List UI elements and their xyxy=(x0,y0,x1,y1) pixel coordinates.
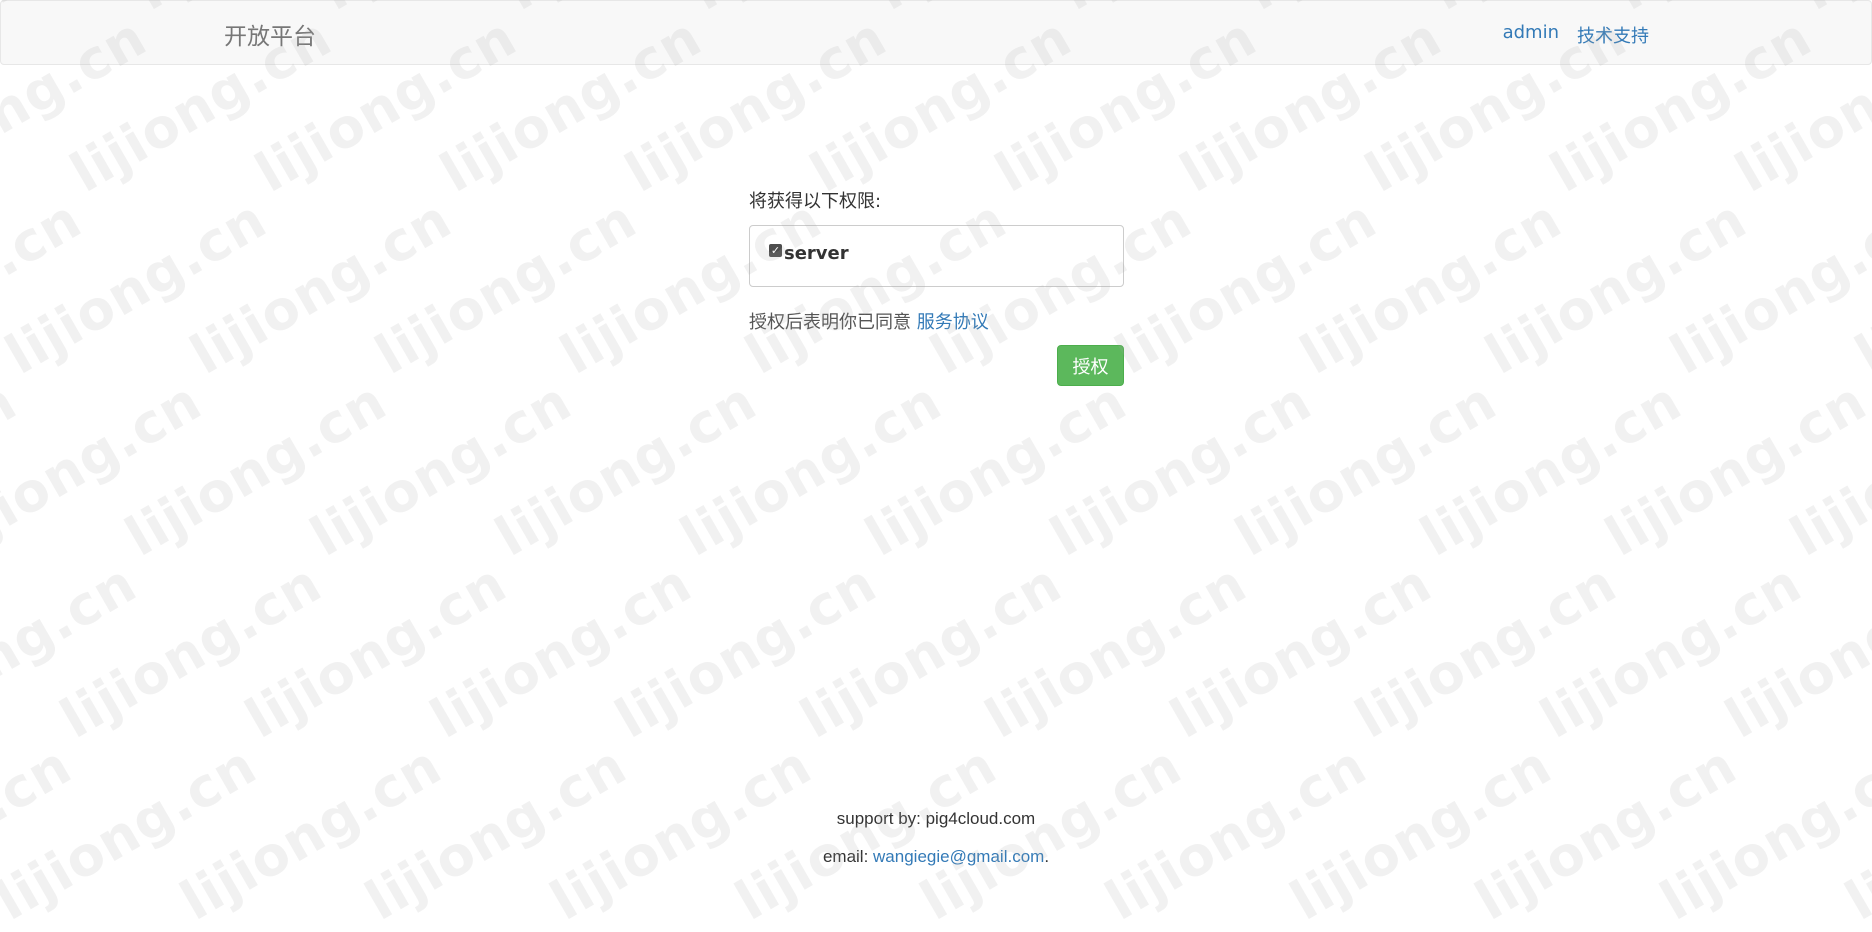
watermark-text: lijiong.cn xyxy=(1345,551,1627,751)
email-line: email: wangiegie@gmail.com. xyxy=(0,844,1872,870)
watermark-text: lijiong.cn xyxy=(235,551,517,751)
watermark-text: lijiong.cn xyxy=(855,369,1137,569)
page: 开放平台 admin 技术支持 将获得以下权限: ✓ server 授权后表明你… xyxy=(0,0,1872,932)
scope-checkbox[interactable]: ✓ xyxy=(769,244,782,257)
support-text: support by: pig4cloud.com xyxy=(836,809,1036,828)
watermark-text: lijiong.cn xyxy=(0,187,277,387)
watermark-text: lijiong.cn xyxy=(1595,369,1872,569)
watermark-text: lijiong.cn xyxy=(115,369,397,569)
watermark-text: lijiong.cn xyxy=(0,369,212,569)
nav-link-tech-support[interactable]: 技术支持 xyxy=(1577,22,1649,48)
watermark-text: lijiong.cn xyxy=(1530,551,1812,751)
watermark-text: lijiong.cn xyxy=(670,369,952,569)
agreement-notice: 授权后表明你已同意 服务协议 xyxy=(749,311,1124,335)
watermark-text: lijiong.cn xyxy=(0,187,92,387)
watermark-text: lijiong.cn xyxy=(1780,369,1872,569)
watermark-text: lijiong.cn xyxy=(485,369,767,569)
watermark-text: lijiong.cn xyxy=(1105,187,1387,387)
watermark-text: lijiong.cn xyxy=(1040,369,1322,569)
watermark-text: lijiong.cn xyxy=(1410,369,1692,569)
brand-title[interactable]: 开放平台 xyxy=(224,17,316,51)
email-prefix: email: xyxy=(822,847,874,866)
agreement-text: 授权后表明你已同意 xyxy=(749,312,917,333)
watermark-text: lijiong.cn xyxy=(605,551,887,751)
scope-name: server xyxy=(784,243,849,264)
service-agreement-link[interactable]: 服务协议 xyxy=(917,312,989,333)
watermark-text: lijiong.cn xyxy=(0,551,147,751)
watermark-text: lijiong.cn xyxy=(365,187,647,387)
navbar-links: admin 技术支持 xyxy=(1503,22,1649,48)
watermark-text: lijiong.cn xyxy=(300,369,582,569)
watermark-text: lijiong.cn xyxy=(0,369,27,569)
permission-label: 将获得以下权限: xyxy=(749,191,882,212)
scope-item-server: ✓ server xyxy=(769,243,849,264)
watermark-text: lijiong.cn xyxy=(1225,369,1507,569)
footer: support by: pig4cloud.com email: wangieg… xyxy=(0,806,1872,870)
navbar: 开放平台 admin 技术支持 xyxy=(0,0,1872,65)
email-link[interactable]: wangiegie@gmail.com xyxy=(873,847,1044,866)
watermark-text: lijiong.cn xyxy=(1715,551,1872,751)
watermark-text: lijiong.cn xyxy=(180,187,462,387)
authorize-button[interactable]: 授权 xyxy=(1057,345,1124,386)
email-suffix: . xyxy=(1044,847,1050,866)
authorize-panel: 将获得以下权限: ✓ server 授权后表明你已同意 服务协议 授权 xyxy=(749,190,1124,387)
button-row: 授权 xyxy=(749,345,1124,387)
watermark-text: lijiong.cn xyxy=(1290,187,1572,387)
watermark-text: lijiong.cn xyxy=(420,551,702,751)
watermark-text: lijiong.cn xyxy=(790,551,1072,751)
watermark-text: lijiong.cn xyxy=(1845,187,1872,387)
scope-list-box: ✓ server xyxy=(749,225,1124,287)
watermark-text: lijiong.cn xyxy=(1475,187,1757,387)
nav-link-admin[interactable]: admin xyxy=(1503,22,1559,48)
watermark-text: lijiong.cn xyxy=(50,551,332,751)
watermark-layer: lijiong.cn lijiong.cn lijiong.cn lijiong.cn… xyxy=(0,0,1872,932)
watermark-text: lijiong.cn xyxy=(975,551,1257,751)
watermark-text: lijiong.cn xyxy=(1660,187,1872,387)
watermark-text: lijiong.cn xyxy=(1160,551,1442,751)
